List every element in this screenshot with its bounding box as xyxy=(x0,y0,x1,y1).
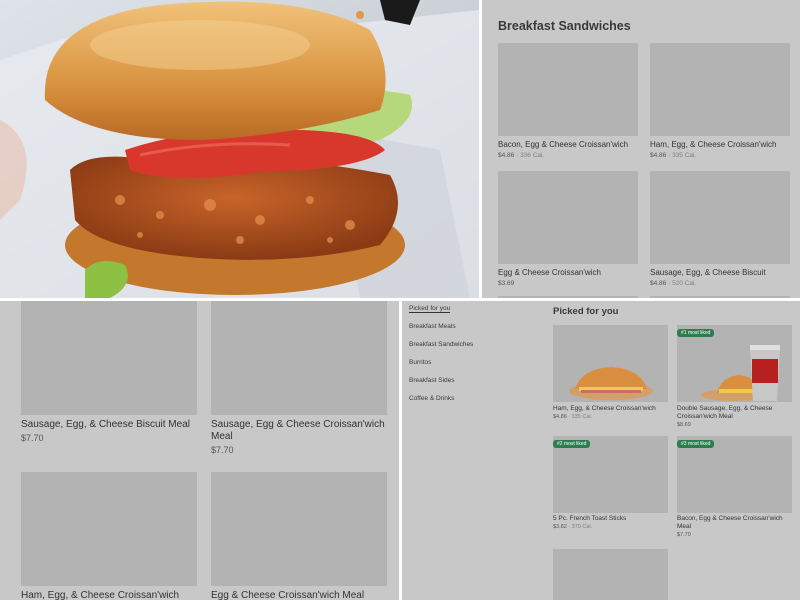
item-name: Sausage, Egg & Cheese Croissan'wich Meal xyxy=(211,419,385,442)
most-liked-badge: #3 most liked xyxy=(677,440,715,448)
item-image xyxy=(553,325,668,402)
chicken-sandwich-photo-icon xyxy=(0,0,479,298)
item-name: Double Sausage, Egg, & Cheese Croissan'w… xyxy=(677,405,773,420)
item-price-cal: $3.82 · 379 Cal. xyxy=(553,524,593,530)
item-image-placeholder xyxy=(21,301,197,415)
item-name: 5 Pc. French Toast Sticks xyxy=(553,515,627,522)
item-price: $7.70 xyxy=(211,445,234,455)
nav-item-breakfast-sandwiches[interactable]: Breakfast Sandwiches xyxy=(409,341,473,348)
item-image-placeholder xyxy=(498,296,638,298)
menu-panel: Picked for you Breakfast Meals Breakfast… xyxy=(402,301,800,600)
item-name: Bacon, Egg & Cheese Croissan'wich xyxy=(498,140,629,149)
most-liked-badge: #2 most liked xyxy=(553,440,591,448)
croissanwich-photo-icon xyxy=(569,367,653,400)
item-name: Ham, Egg, & Cheese Croissan'wich xyxy=(553,405,656,412)
nav-item-burritos[interactable]: Burritos xyxy=(409,359,431,366)
nav-item-coffee-drinks[interactable]: Coffee & Drinks xyxy=(409,395,454,402)
menu-item-card[interactable]: Sausage, Egg, & Cheese Biscuit Meal $7.7… xyxy=(21,301,197,461)
item-image-placeholder xyxy=(498,171,638,264)
menu-item-card[interactable]: Ham, Egg, & Cheese Croissan'wich xyxy=(21,472,197,600)
item-image-placeholder xyxy=(650,43,790,136)
section-title: Picked for you xyxy=(553,306,619,317)
item-image-placeholder xyxy=(553,549,668,600)
item-price-cal: $4.86 · 520 Cal. xyxy=(650,280,697,287)
item-price: $7.70 xyxy=(677,532,691,538)
item-price-cal: $4.86 · 336 Cal. xyxy=(498,152,545,159)
item-price-cal: $4.86 · 335 Cal. xyxy=(553,414,593,420)
item-name: Sausage, Egg, & Cheese Biscuit xyxy=(650,268,766,277)
item-image-placeholder xyxy=(211,301,387,415)
item-price-cal: $3.69 xyxy=(498,280,515,287)
item-name: Egg & Cheese Croissan'wich xyxy=(498,268,601,277)
item-name: Egg & Cheese Croissan'wich Meal xyxy=(211,590,365,600)
menu-item-card[interactable]: Egg & Cheese Croissan'wich $3.69 xyxy=(498,171,638,291)
menu-item-card[interactable]: Bacon, Egg & Cheese Croissan'wich $4.86 … xyxy=(498,43,638,163)
item-image-placeholder xyxy=(650,296,790,298)
item-image-placeholder xyxy=(650,171,790,264)
item-price: $8.69 xyxy=(677,422,691,428)
breakfast-sandwiches-panel: Breakfast Sandwiches Bacon, Egg & Cheese… xyxy=(482,0,800,298)
screenshot-collage: Breakfast Sandwiches Bacon, Egg & Cheese… xyxy=(0,0,800,600)
item-name: Sausage, Egg, & Cheese Biscuit Meal xyxy=(21,419,190,430)
item-image-placeholder xyxy=(211,472,387,586)
menu-item-card[interactable]: Egg & Cheese Croissan'wich Meal xyxy=(211,472,387,600)
section-title: Breakfast Sandwiches xyxy=(498,19,631,33)
menu-item-card[interactable]: Ham, Egg, & Cheese Croissan'wich $4.86 ·… xyxy=(650,43,790,163)
item-image-placeholder xyxy=(21,472,197,586)
nav-item-breakfast-sides[interactable]: Breakfast Sides xyxy=(409,377,455,384)
menu-item-card[interactable]: #2 most liked 5 Pc. French Toast Sticks … xyxy=(553,436,671,536)
most-liked-badge: #1 most liked xyxy=(677,329,715,337)
item-name: Ham, Egg, & Cheese Croissan'wich xyxy=(21,590,180,600)
food-photo-panel xyxy=(0,0,479,298)
item-name: Bacon, Egg & Cheese Croissan'wich Meal xyxy=(677,515,783,530)
item-image-placeholder xyxy=(498,43,638,136)
menu-item-card[interactable]: Sausage, Egg, & Cheese Biscuit $4.86 · 5… xyxy=(650,171,790,291)
menu-item-card[interactable]: #3 most liked Bacon, Egg & Cheese Croiss… xyxy=(677,436,795,546)
menu-item-card[interactable]: Sausage, Egg & Cheese Croissan'wich Meal… xyxy=(211,301,387,461)
item-price: $7.70 xyxy=(21,433,44,443)
menu-item-card[interactable]: Ham, Egg, & Cheese Croissan'wich $4.86 ·… xyxy=(553,325,671,425)
nav-item-breakfast-meals[interactable]: Breakfast Meals xyxy=(409,323,456,330)
menu-item-card[interactable]: #1 most liked Double Sausage, Egg, & Che… xyxy=(677,325,795,435)
nav-item-picked-for-you[interactable]: Picked for you xyxy=(409,305,451,313)
meals-panel: Sausage, Egg, & Cheese Biscuit Meal $7.7… xyxy=(0,301,399,600)
item-price-cal: $4.86 · 335 Cal. xyxy=(650,152,697,159)
item-name: Ham, Egg, & Cheese Croissan'wich xyxy=(650,140,777,149)
